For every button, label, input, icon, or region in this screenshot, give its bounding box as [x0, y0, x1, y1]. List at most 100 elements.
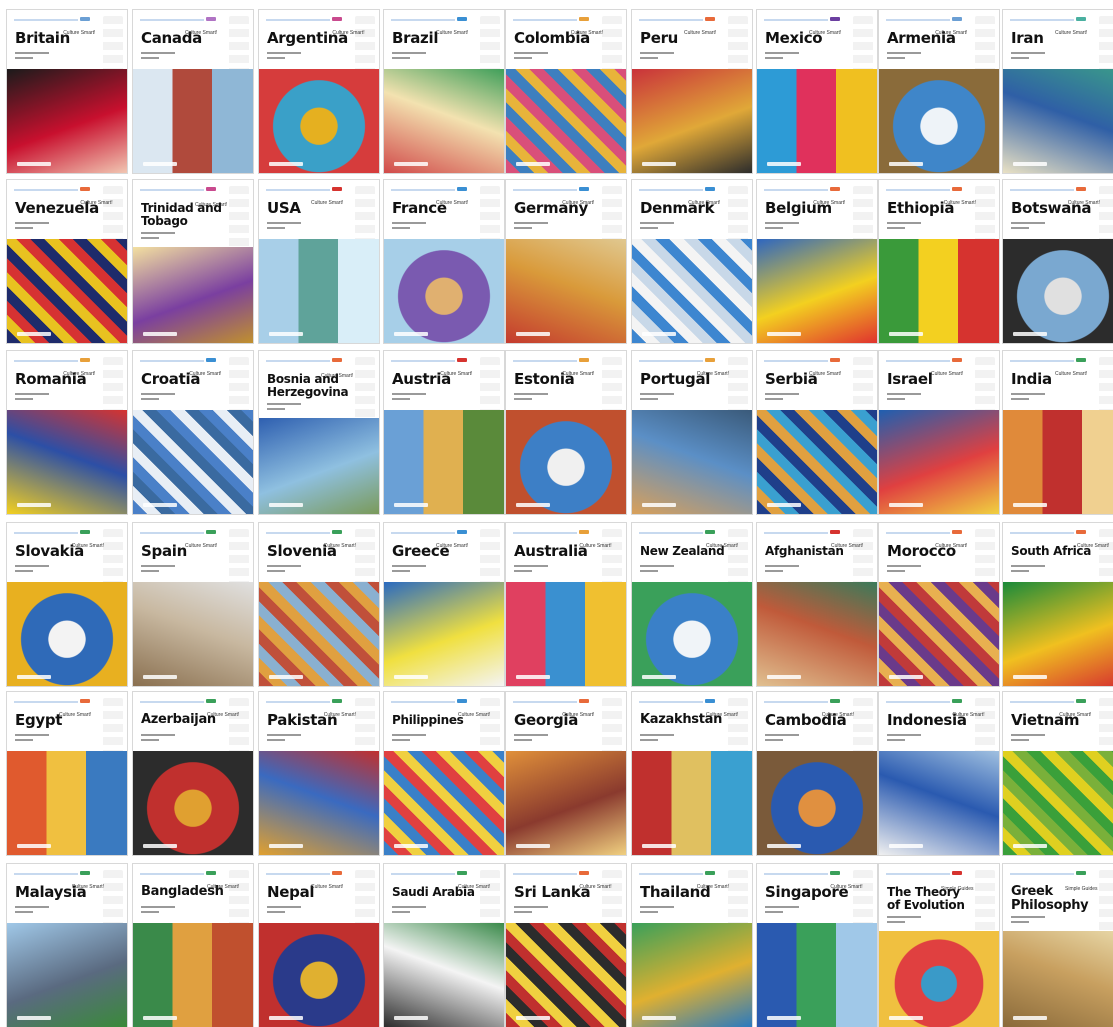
author-line: [267, 734, 301, 736]
author-line: [141, 565, 175, 567]
translator-line: [267, 570, 285, 572]
cover-photo: [757, 923, 877, 1027]
translator-line: [887, 739, 905, 741]
series-header-line: [140, 189, 204, 191]
series-color-tag: [579, 17, 589, 21]
publisher-logo: [269, 162, 303, 166]
series-subtitle: Culture Smart!: [71, 543, 105, 549]
translator-line: [887, 921, 905, 923]
series-header-line: [764, 19, 828, 21]
series-subtitle: Simple Guides: [1065, 886, 1098, 892]
book-cover-spain: Spain Culture Smart!: [133, 523, 253, 686]
book-cover-nepal: Nepal Culture Smart!: [259, 864, 379, 1027]
publisher-logo: [1013, 332, 1047, 336]
translator-line: [887, 57, 905, 59]
series-subtitle: Culture Smart!: [321, 373, 354, 379]
series-color-tag: [457, 871, 467, 875]
author-line: [887, 565, 921, 567]
publisher-logo: [394, 162, 428, 166]
series-color-tag: [705, 699, 715, 703]
publisher-logo: [767, 503, 801, 507]
translator-line: [514, 911, 532, 913]
author-line: [765, 565, 799, 567]
translator-line: [1011, 921, 1029, 923]
translator-line: [887, 398, 905, 400]
series-subtitle: Culture Smart!: [185, 543, 218, 549]
translator-line: [887, 227, 905, 229]
cover-photo: [133, 410, 253, 514]
publisher-logo: [143, 844, 177, 848]
author-line: [392, 906, 426, 908]
author-line: [640, 393, 674, 395]
series-color-tag: [705, 530, 715, 534]
series-header-line: [14, 360, 78, 362]
publisher-logo: [642, 675, 676, 679]
translator-line: [765, 911, 783, 913]
cover-photo: [384, 751, 504, 855]
series-subtitle: Culture Smart!: [579, 884, 612, 890]
cover-title: The Theory of Evolution: [887, 885, 965, 912]
publisher-logo: [269, 332, 303, 336]
series-header-line: [513, 532, 577, 534]
cover-photo: [879, 69, 999, 173]
translator-line: [141, 570, 159, 572]
series-subtitle: Culture Smart!: [562, 200, 595, 206]
series-color-tag: [705, 187, 715, 191]
cover-photo: [632, 239, 752, 343]
book-cover-belgium: Belgium Culture Smart!: [757, 180, 877, 343]
translator-line: [267, 408, 285, 410]
publisher-logo: [516, 503, 550, 507]
book-cover-singapore: Singapore Culture Smart!: [757, 864, 877, 1027]
series-color-tag: [579, 358, 589, 362]
book-cover-denmark: Denmark Culture Smart!: [632, 180, 752, 343]
cover-photo: [879, 931, 999, 1027]
book-cover-the-theory-of-evolution: The Theory of Evolution Simple Guides: [879, 864, 999, 1027]
translator-line: [765, 570, 783, 572]
book-cover-thailand: Thailand Culture Smart!: [632, 864, 752, 1027]
author-line: [514, 565, 548, 567]
series-subtitle: Culture Smart!: [831, 543, 864, 549]
cover-photo: [133, 582, 253, 686]
series-header-line: [639, 701, 703, 703]
series-header-line: [764, 532, 828, 534]
series-header-line: [764, 360, 828, 362]
series-header-line: [140, 701, 204, 703]
series-header-line: [140, 873, 204, 875]
series-subtitle: Culture Smart!: [323, 712, 357, 718]
translator-line: [15, 570, 33, 572]
publisher-logo: [1013, 675, 1047, 679]
author-line: [267, 222, 301, 224]
cover-photo: [506, 923, 626, 1027]
cover-photo: [757, 69, 877, 173]
series-header-line: [764, 873, 828, 875]
book-cover-peru: Peru Culture Smart!: [632, 10, 752, 173]
series-color-tag: [80, 530, 90, 534]
book-cover-kazakhstan: Kazakhstan Culture Smart!: [632, 692, 752, 855]
author-line: [765, 222, 799, 224]
series-subtitle: Culture Smart!: [562, 371, 595, 377]
author-line: [514, 52, 548, 54]
translator-line: [640, 911, 658, 913]
translator-line: [640, 227, 658, 229]
publisher-logo: [889, 675, 923, 679]
publisher-logo: [269, 844, 303, 848]
cover-photo: [506, 239, 626, 343]
author-line: [887, 222, 921, 224]
cover-photo: [259, 923, 379, 1027]
series-color-tag: [332, 187, 342, 191]
book-cover-slovenia: Slovenia Culture Smart!: [259, 523, 379, 686]
translator-line: [765, 739, 783, 741]
author-line: [15, 734, 49, 736]
series-color-tag: [206, 530, 216, 534]
series-header-line: [140, 532, 204, 534]
series-subtitle: Culture Smart!: [706, 543, 739, 549]
series-color-tag: [952, 530, 962, 534]
series-subtitle: Culture Smart!: [63, 30, 96, 36]
cover-photo: [7, 410, 127, 514]
series-color-tag: [1076, 530, 1086, 534]
translator-line: [267, 739, 285, 741]
series-subtitle: Culture Smart!: [189, 371, 222, 377]
series-color-tag: [830, 358, 840, 362]
book-cover-azerbaijan: Azerbaijan Culture Smart!: [133, 692, 253, 855]
publisher-logo: [143, 675, 177, 679]
